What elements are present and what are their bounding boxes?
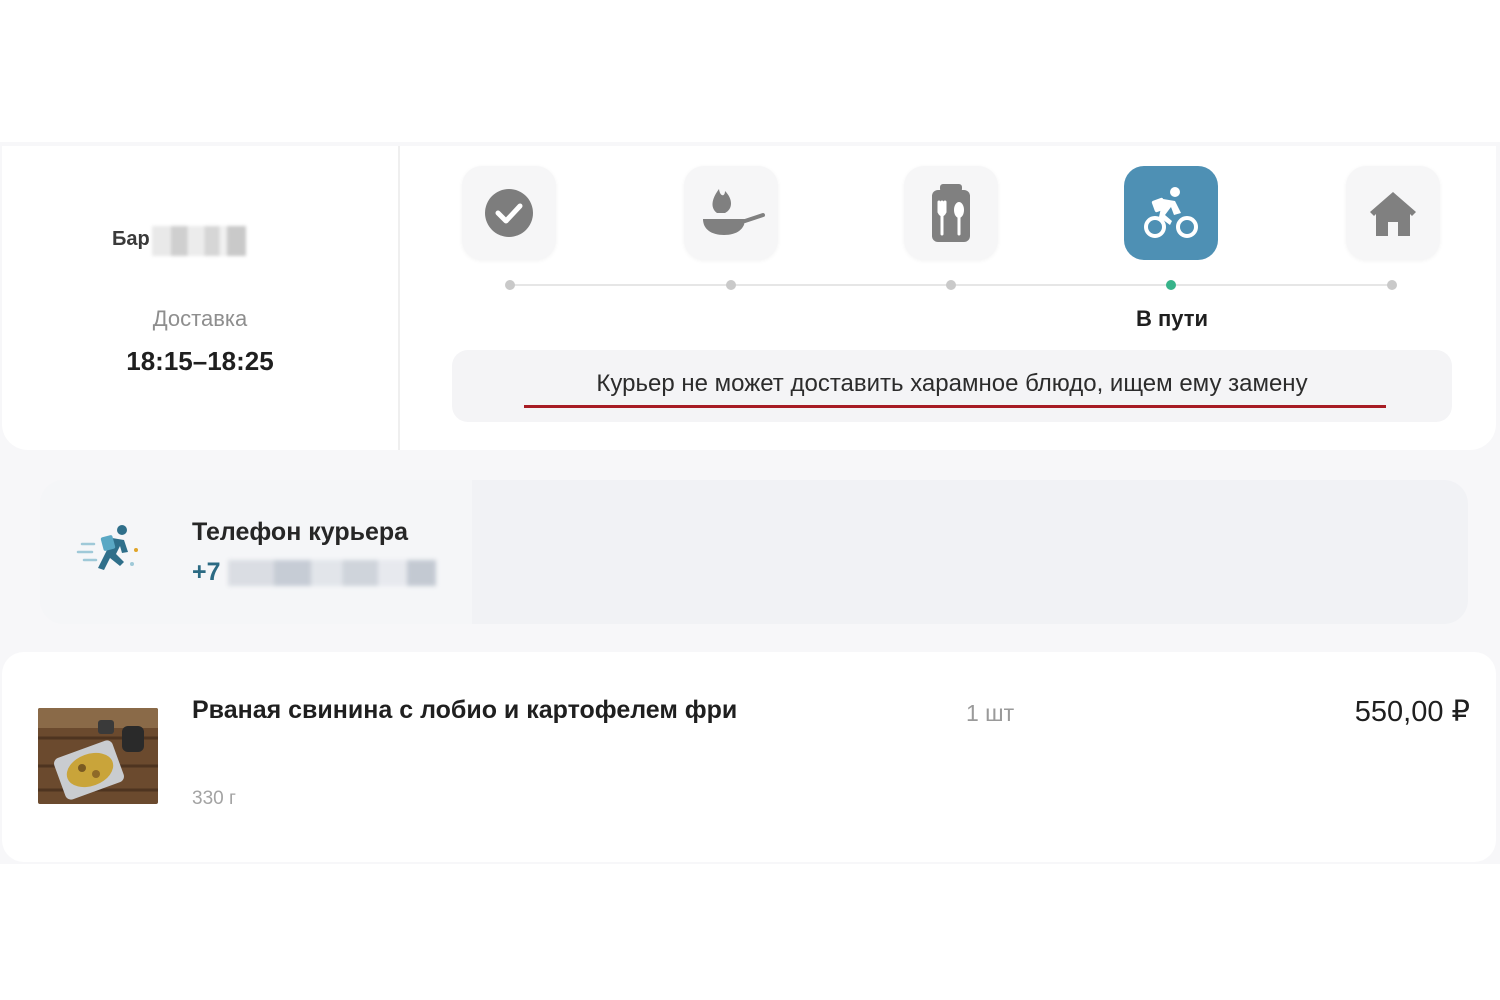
card-divider xyxy=(398,146,400,450)
item-name: Рваная свинина с лобио и картофелем фри xyxy=(192,696,738,724)
delivery-label: Доставка xyxy=(152,306,248,331)
running-courier-icon xyxy=(76,525,138,570)
item-quantity: 1 шт xyxy=(966,700,1015,726)
step-accepted xyxy=(462,166,556,260)
delivery-time: 18:15–18:25 xyxy=(126,346,274,376)
check-circle-icon xyxy=(485,189,533,237)
step-cooking xyxy=(684,166,778,260)
progress-dot-5 xyxy=(1387,280,1397,290)
step-delivered xyxy=(1346,166,1440,260)
courier-phone-title: Телефон курьера xyxy=(192,518,409,546)
frying-pan-icon xyxy=(703,189,765,235)
status-message: Курьер не может доставить харамное блюдо… xyxy=(596,370,1308,397)
progress-dot-1 xyxy=(505,280,515,290)
item-weight: 330 г xyxy=(192,788,236,809)
packed-food-icon xyxy=(932,184,970,242)
progress-dot-3 xyxy=(946,280,956,290)
courier-phone-blurred xyxy=(228,560,436,586)
venue-name-label: Бар xyxy=(112,228,150,250)
home-icon xyxy=(1370,192,1416,236)
progress-dot-active xyxy=(1166,280,1176,290)
step-on-the-way xyxy=(1124,166,1218,260)
venue-name-blurred xyxy=(152,226,246,256)
courier-bike-icon xyxy=(1144,187,1198,238)
item-photo xyxy=(38,708,158,804)
order-item-card xyxy=(2,652,1496,862)
item-price: 550,00 ₽ xyxy=(1354,696,1470,728)
courier-phone-prefix[interactable]: +7 xyxy=(192,558,221,587)
progress-dot-2 xyxy=(726,280,736,290)
step-packed xyxy=(904,166,998,260)
current-status-label: В пути xyxy=(1135,306,1209,331)
message-underline xyxy=(524,405,1386,408)
